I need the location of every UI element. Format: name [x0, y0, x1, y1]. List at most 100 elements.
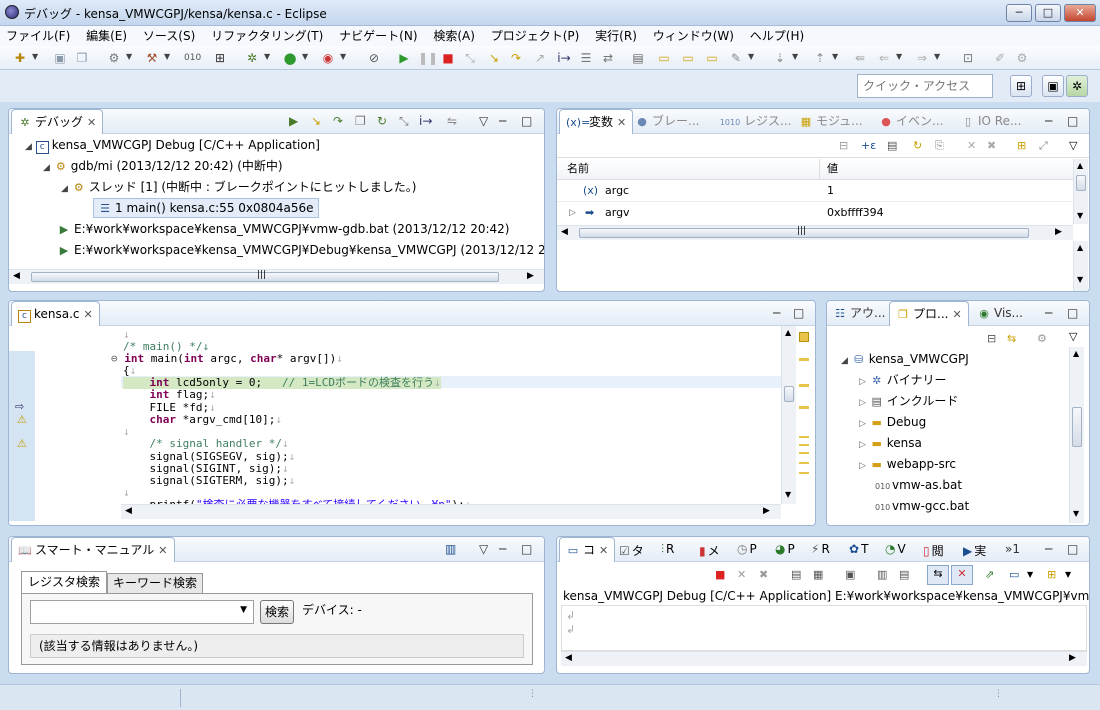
tab-registers[interactable]: 1010 レジス...: [713, 109, 797, 134]
skip-breakpoints-icon[interactable]: ⊘: [366, 50, 382, 66]
tree-item-webapp-src[interactable]: ▷ ▬ webapp-src: [859, 454, 956, 474]
tree-item-debug[interactable]: ▷ ▬ Debug: [859, 412, 926, 432]
resume-icon[interactable]: ▶: [396, 50, 412, 66]
pin-icon[interactable]: ⤢: [1039, 138, 1048, 154]
vertical-scrollbar[interactable]: ▲ ▼: [1073, 159, 1088, 224]
maximize-icon[interactable]: □: [1067, 114, 1078, 128]
close-icon[interactable]: ✕: [599, 544, 608, 557]
external-tools-icon[interactable]: ◉: [320, 50, 336, 66]
memory-icon[interactable]: ▮ メ: [699, 542, 720, 559]
build-hammer-icon[interactable]: ⚒: [144, 50, 160, 66]
tree-item-process-app[interactable]: ▶ E:¥work¥workspace¥kensa_VMWCGPJ¥Debug¥k…: [57, 240, 544, 260]
open-file-icon[interactable]: ▭: [704, 50, 720, 66]
close-icon[interactable]: ✕: [158, 544, 167, 557]
disconnect-icon[interactable]: ⤡: [399, 114, 409, 129]
tab-keyword-search[interactable]: キーワード検索: [107, 573, 203, 593]
minimize-icon[interactable]: ─: [1045, 306, 1052, 320]
table-row[interactable]: ▷ ➡ argv 0xbffff394: [557, 203, 1073, 224]
new-view-icon[interactable]: ⊞: [1017, 138, 1026, 154]
menu-run[interactable]: 実行(R): [589, 26, 643, 46]
minimize-icon[interactable]: ─: [773, 306, 780, 320]
tree-item-thread[interactable]: ◢ ⚙ スレッド [1] (中断中 : ブレークポイントにヒットしました。): [61, 177, 416, 197]
minimize-icon[interactable]: ─: [1045, 542, 1052, 556]
refresh-icon[interactable]: ↻: [913, 138, 922, 154]
close-icon[interactable]: ✕: [952, 308, 961, 321]
binary-icon[interactable]: 010: [184, 50, 201, 66]
step-into-icon[interactable]: ↘: [311, 114, 321, 128]
remove-all-icon[interactable]: ✖: [987, 138, 996, 154]
show-stderr-icon[interactable]: ✕: [951, 565, 973, 585]
browse-icon[interactable]: ▯ 閲: [923, 542, 944, 559]
t-icon[interactable]: ✿ T: [849, 542, 868, 556]
book-icon[interactable]: ▥: [445, 542, 456, 556]
forward-icon[interactable]: ⇒: [914, 50, 930, 66]
reset-icon[interactable]: ↻: [377, 114, 387, 128]
show-type-icon[interactable]: ⎘: [935, 138, 944, 154]
new-icon[interactable]: ✚: [12, 50, 28, 66]
remove-all-icon[interactable]: ✖: [759, 567, 768, 583]
maximize-icon[interactable]: □: [521, 114, 532, 128]
link-editor-icon[interactable]: ⇆: [1007, 331, 1016, 347]
horizontal-scrollbar[interactable]: ◀ ||| ▶: [9, 269, 544, 284]
menu-refactor[interactable]: リファクタリング(T): [205, 26, 329, 46]
tree-item-project[interactable]: ◢ ⛁ kensa_VMWCGPJ: [841, 349, 969, 369]
expand-icon[interactable]: ▷: [569, 205, 576, 221]
clear-console-icon[interactable]: ▤: [791, 567, 801, 583]
tab-debug[interactable]: ✲ デバッグ ✕: [11, 109, 104, 134]
editor-horizontal-scrollbar[interactable]: ◀ ▶: [121, 504, 781, 519]
maximize-button[interactable]: □: [1035, 4, 1061, 22]
collapse-all-icon[interactable]: ⊟: [987, 331, 996, 347]
menu-source[interactable]: ソース(S): [137, 26, 201, 46]
filter-icon[interactable]: ⚙: [1037, 331, 1047, 347]
show-stdout-icon[interactable]: ▤: [899, 567, 909, 583]
view-menu-icon[interactable]: ▽: [1069, 138, 1077, 154]
step-over-icon[interactable]: ↷: [508, 50, 524, 66]
tree-item-process-gdb[interactable]: ▶ E:¥work¥workspace¥kensa_VMWCGPJ¥vmw-gdb…: [57, 219, 510, 239]
save-icon[interactable]: ▣: [52, 50, 68, 66]
save-console-icon[interactable]: ▣: [845, 567, 855, 583]
use-step-filters-icon[interactable]: ⇄: [600, 50, 616, 66]
terminate-icon[interactable]: ■: [715, 567, 725, 583]
tab-io-registers[interactable]: ▯ IO Re...: [955, 109, 1027, 134]
detail-scrollbar[interactable]: ▲ ▼: [1073, 241, 1088, 291]
drop-frame-icon[interactable]: ☰: [578, 50, 594, 66]
display-console-icon[interactable]: ▭: [1009, 567, 1019, 583]
layout-icon[interactable]: ▤: [887, 138, 897, 154]
overview-ruler[interactable]: [797, 326, 815, 516]
horizontal-scrollbar[interactable]: ◀ ||| ▶: [557, 225, 1073, 240]
tab-breakpoints[interactable]: ● ブレー...: [629, 109, 705, 134]
suspend-icon[interactable]: ❚❚: [418, 50, 438, 66]
settings-icon[interactable]: ⚙: [106, 50, 122, 66]
tab-kensa-c[interactable]: c kensa.c ✕: [11, 301, 100, 326]
r2-icon[interactable]: ⚡ R: [811, 542, 830, 556]
open-folder-icon[interactable]: ▭: [656, 50, 672, 66]
quick-access-input[interactable]: [857, 74, 993, 98]
close-icon[interactable]: ✕: [617, 116, 626, 129]
tree-item-stack-frame[interactable]: ☰ 1 main() kensa.c:55 0x0804a56e: [93, 198, 319, 218]
tree-item-kensa[interactable]: ▷ ▬ kensa: [859, 433, 922, 453]
menu-file[interactable]: ファイル(F): [0, 26, 76, 46]
v-icon[interactable]: ◔ V: [885, 542, 906, 556]
open-perspective-icon[interactable]: ⊞: [1010, 75, 1032, 97]
menu-window[interactable]: ウィンドウ(W): [647, 26, 740, 46]
pin-console-icon[interactable]: ⇆: [927, 565, 949, 585]
code-area[interactable]: ↓ /* main() */↓ ⊖ int main(int argc, cha…: [35, 326, 791, 516]
minimize-icon[interactable]: ─: [499, 114, 506, 128]
last-edit-icon[interactable]: ⇚: [852, 50, 868, 66]
brush-icon[interactable]: ✐: [992, 50, 1008, 66]
new-class-icon[interactable]: ▤: [630, 50, 646, 66]
copy-stack-icon[interactable]: ❐: [355, 114, 366, 128]
add-expression-icon[interactable]: +ε: [861, 138, 876, 154]
prev-annotation-icon[interactable]: ⇡: [812, 50, 828, 66]
step-return-icon[interactable]: ↗: [532, 50, 548, 66]
register-select[interactable]: ▼: [30, 600, 254, 624]
tree-item-vmw-as[interactable]: 010 vmw-as.bat: [875, 475, 962, 495]
step-over-icon[interactable]: ↷: [333, 114, 343, 128]
vertical-scrollbar[interactable]: ▲ ▼: [1069, 347, 1084, 523]
debug-perspective-icon[interactable]: ✲: [1066, 75, 1088, 97]
view-menu-icon[interactable]: ▽: [479, 542, 488, 556]
open-console-icon[interactable]: ⇗: [985, 567, 994, 583]
menu-help[interactable]: ヘルプ(H): [744, 26, 810, 46]
tasks-icon[interactable]: ☑ タ: [619, 542, 644, 559]
cc-perspective-icon[interactable]: ▣: [1042, 75, 1064, 97]
